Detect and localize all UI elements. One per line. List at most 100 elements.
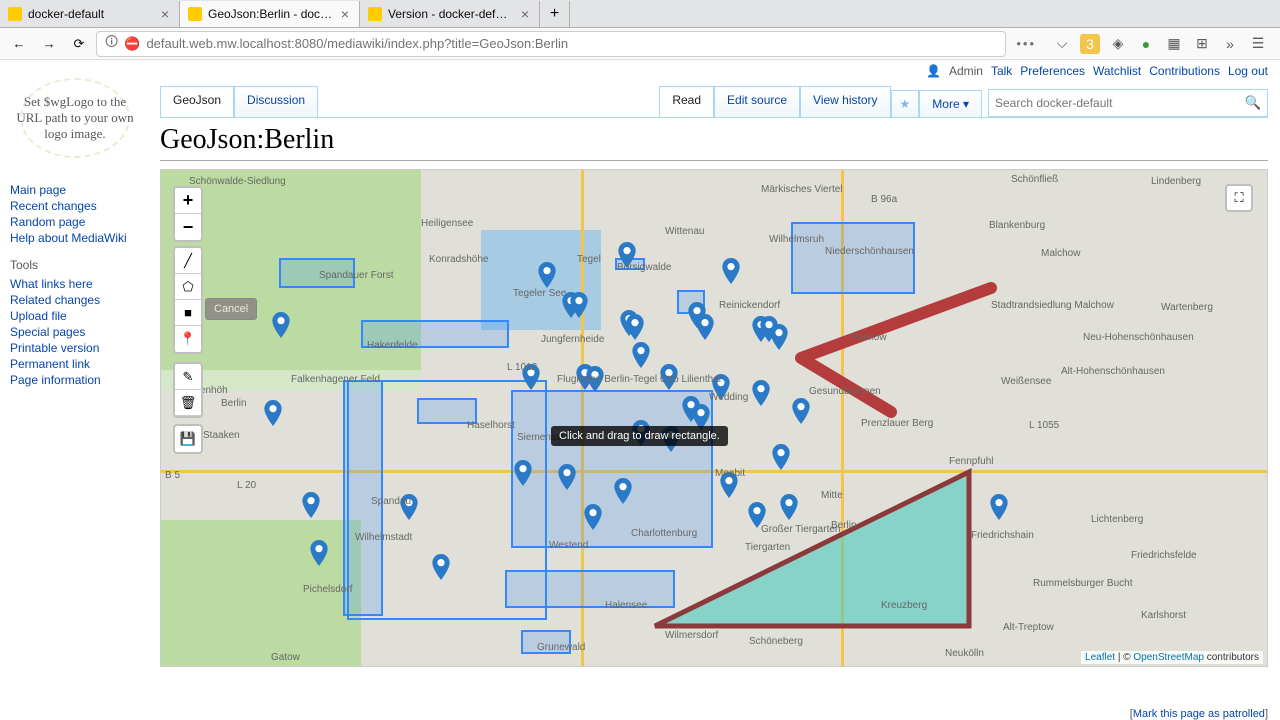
save-button[interactable]: 💾 [173,424,203,454]
sidebar-link[interactable]: Help about MediaWiki [10,230,150,246]
zoom-out-button[interactable]: − [175,214,201,240]
map-marker[interactable] [514,460,532,486]
map-marker[interactable] [632,342,650,368]
pocket-icon[interactable]: ⌵ [1052,34,1072,54]
sidebar-link[interactable]: Page information [10,372,150,388]
sidebar-link[interactable]: Printable version [10,340,150,356]
sidebar-link[interactable]: Special pages [10,324,150,340]
personal-tools: 👤 Admin Talk Preferences Watchlist Contr… [926,60,1268,82]
page-tab[interactable]: Read [659,86,714,117]
preferences-link[interactable]: Preferences [1020,64,1085,78]
osm-link[interactable]: OpenStreetMap [1133,652,1204,663]
map[interactable]: Schönwalde-SiedlungMärkisches ViertelB 9… [160,169,1268,667]
draw-rect-button[interactable]: ■ [175,300,201,326]
map-marker[interactable] [618,242,636,268]
wiki-logo[interactable]: Set $wgLogo to the URL path to your own … [10,68,140,168]
map-marker[interactable] [626,314,644,340]
map-marker[interactable] [696,314,714,340]
sidebar-link[interactable]: Related changes [10,292,150,308]
map-marker[interactable] [586,366,604,392]
overflow-icon[interactable]: » [1220,34,1240,54]
ext-icon[interactable]: 3 [1080,34,1100,54]
draw-polygon-button[interactable]: ⬠ [175,274,201,300]
search-input[interactable] [989,96,1239,110]
map-rectangle[interactable] [361,320,509,348]
map-marker[interactable] [310,540,328,566]
map-marker[interactable] [584,504,602,530]
teal-triangle [649,466,979,636]
user-link[interactable]: Admin [949,64,983,78]
map-marker[interactable] [264,400,282,426]
menu-icon[interactable]: ☰ [1248,34,1268,54]
forward-button[interactable]: → [36,31,62,57]
contributions-link[interactable]: Contributions [1149,64,1220,78]
watch-star[interactable]: ★ [891,90,920,117]
sidebar-link[interactable]: Permanent link [10,356,150,372]
leaflet-link[interactable]: Leaflet [1085,652,1115,663]
page-tab[interactable]: GeoJson [160,86,234,117]
map-marker[interactable] [748,502,766,528]
map-marker[interactable] [990,494,1008,520]
map-marker[interactable] [722,258,740,284]
edit-button[interactable]: ✎ [175,364,201,390]
map-marker[interactable] [660,364,678,390]
back-button[interactable]: ← [6,31,32,57]
tab-title: GeoJson:Berlin - docker-d [208,7,333,21]
map-rectangle[interactable] [279,258,355,288]
tools-heading: Tools [10,258,150,272]
map-rectangle[interactable] [521,630,571,654]
page-tab[interactable]: View history [800,86,890,117]
meatball-icon[interactable]: ••• [1010,36,1042,51]
sidebar-link[interactable]: Recent changes [10,198,150,214]
search-button[interactable]: 🔍 [1239,95,1267,111]
map-marker[interactable] [522,364,540,390]
map-marker[interactable] [400,494,418,520]
map-marker[interactable] [752,380,770,406]
map-marker[interactable] [272,312,290,338]
map-marker[interactable] [302,492,320,518]
map-marker[interactable] [792,398,810,424]
browser-tab-2[interactable]: Version - docker-default × [360,1,540,27]
more-dropdown[interactable]: More ▾ [919,90,982,117]
sidebar-link[interactable]: Upload file [10,308,150,324]
page-tabs: GeoJsonDiscussion ReadEdit sourceView hi… [160,86,1268,118]
patrol-link[interactable]: Mark this page as patrolled [1133,708,1265,720]
favicon-icon [368,7,382,21]
map-marker[interactable] [772,444,790,470]
map-marker[interactable] [770,324,788,350]
map-marker[interactable] [720,472,738,498]
ext-icon[interactable]: ⊞ [1192,34,1212,54]
close-icon[interactable]: × [519,6,531,22]
url-bar[interactable]: 🛈 ⛔ default.web.mw.localhost:8080/mediaw… [96,31,1006,57]
map-marker[interactable] [558,464,576,490]
draw-marker-button[interactable]: 📍 [175,326,201,352]
close-icon[interactable]: × [159,6,171,22]
watchlist-link[interactable]: Watchlist [1093,64,1141,78]
globe-ext-icon[interactable]: ● [1136,34,1156,54]
sidebar-link[interactable]: What links here [10,276,150,292]
reload-button[interactable]: ⟳ [66,31,92,57]
draw-line-button[interactable]: ╱ [175,248,201,274]
new-tab-button[interactable]: + [540,1,570,27]
map-marker[interactable] [432,554,450,580]
map-marker[interactable] [570,292,588,318]
zoom-in-button[interactable]: + [175,188,201,214]
page-tab[interactable]: Edit source [714,86,800,117]
shield-ext-icon[interactable]: ◈ [1108,34,1128,54]
delete-button[interactable]: 🗑 [175,390,201,416]
ext-icon[interactable]: ▦ [1164,34,1184,54]
talk-link[interactable]: Talk [991,64,1012,78]
browser-tab-1[interactable]: GeoJson:Berlin - docker-d × [180,1,360,27]
cancel-button[interactable]: Cancel [205,298,257,320]
map-marker[interactable] [712,374,730,400]
sidebar-link[interactable]: Random page [10,214,150,230]
browser-tab-0[interactable]: docker-default × [0,1,180,27]
map-marker[interactable] [538,262,556,288]
close-icon[interactable]: × [339,6,351,22]
map-marker[interactable] [780,494,798,520]
sidebar-link[interactable]: Main page [10,182,150,198]
fullscreen-button[interactable]: ⛶ [1225,184,1253,212]
map-marker[interactable] [614,478,632,504]
logout-link[interactable]: Log out [1228,64,1268,78]
page-tab[interactable]: Discussion [234,86,318,117]
